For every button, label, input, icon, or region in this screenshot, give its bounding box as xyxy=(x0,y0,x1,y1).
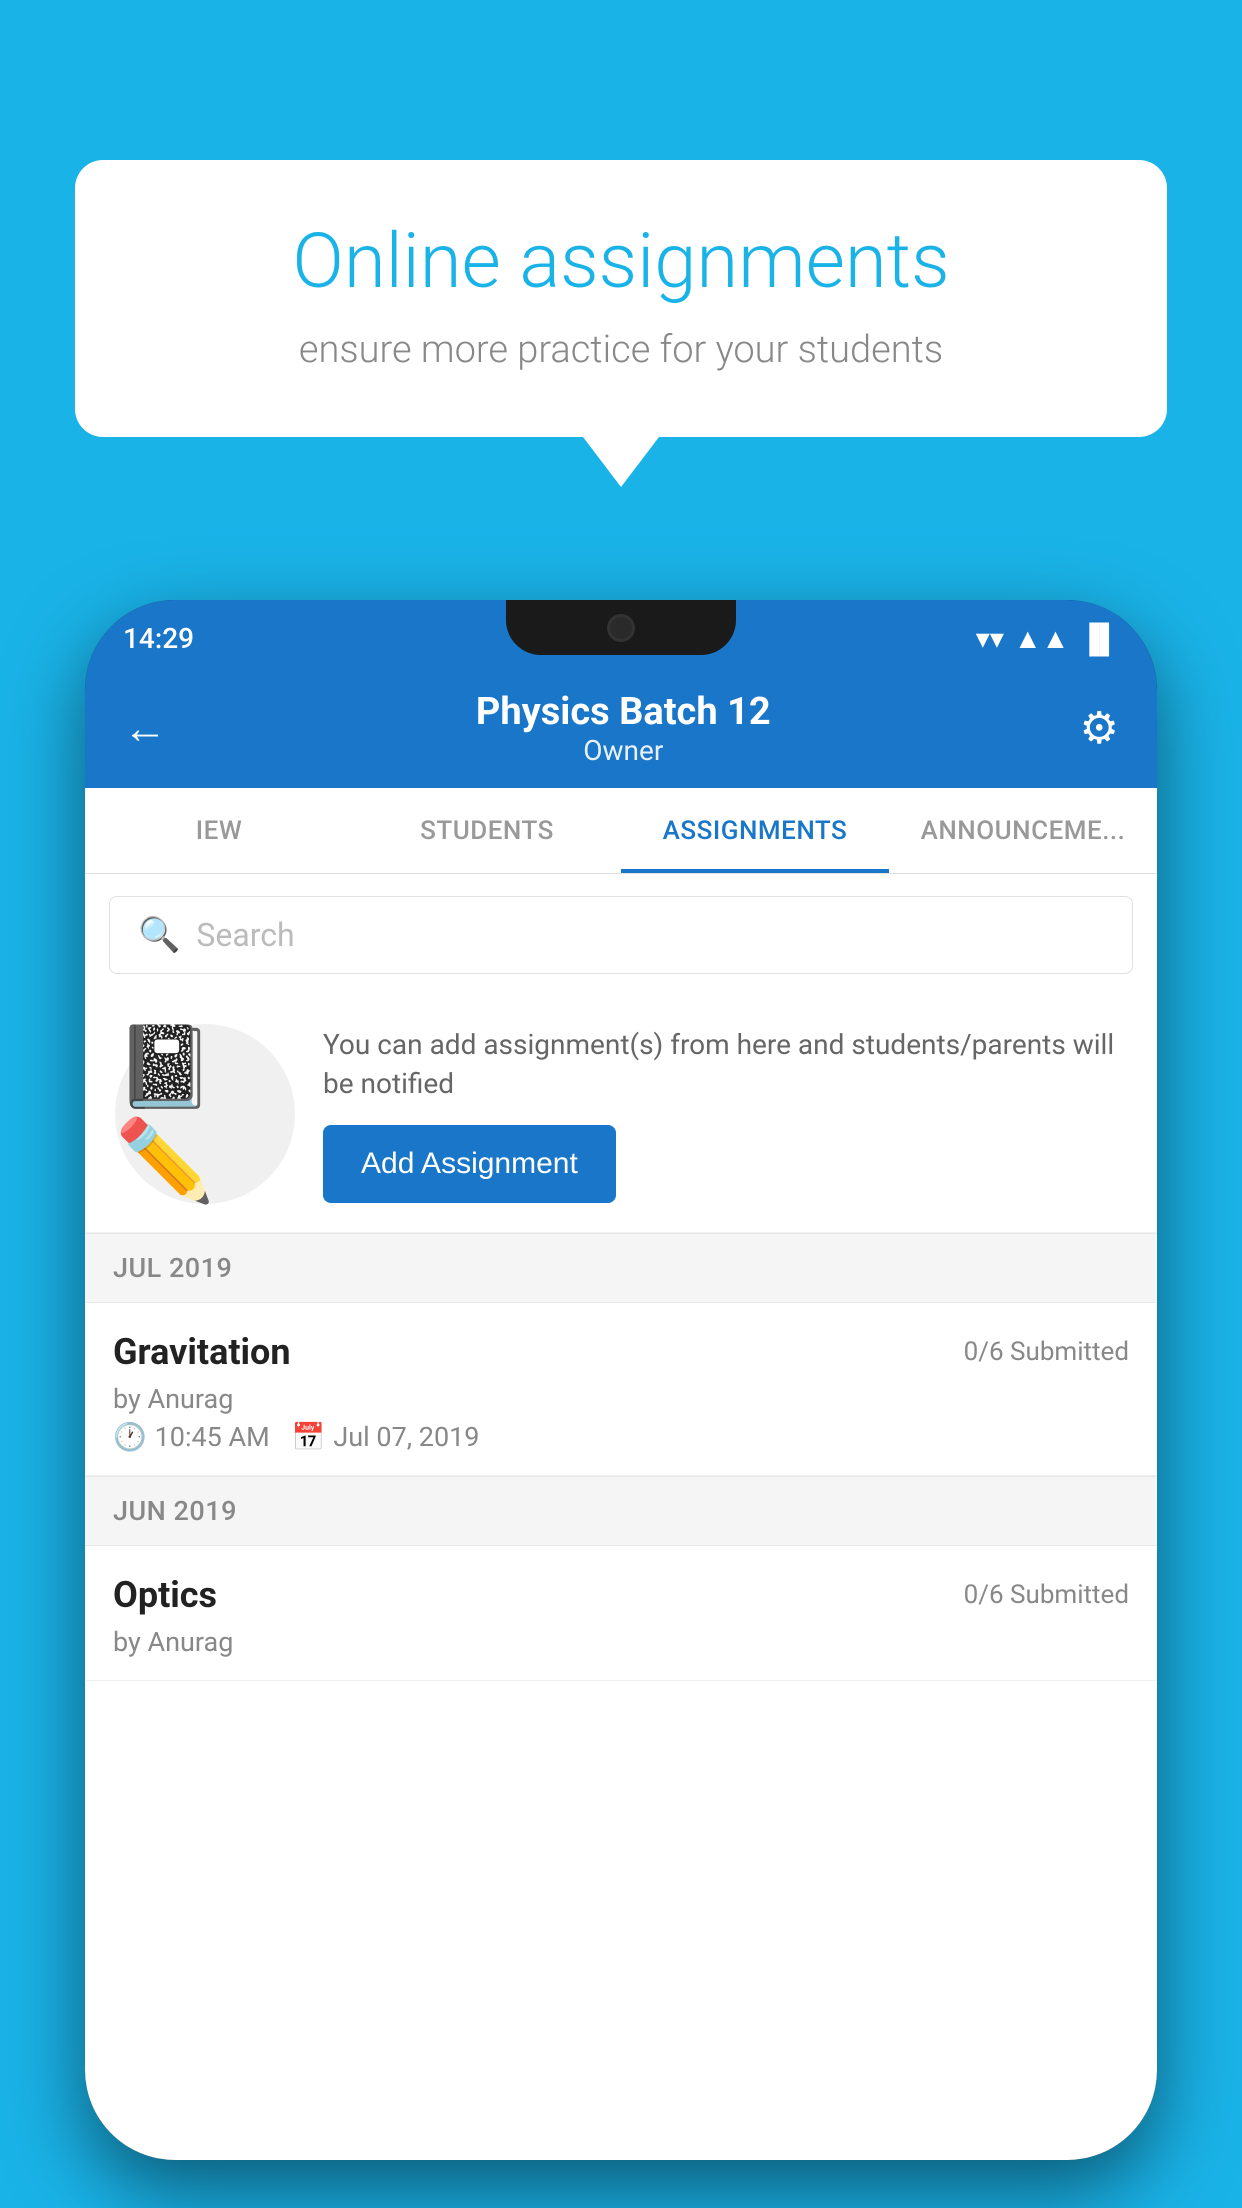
assignment-time-gravitation: 10:45 AM xyxy=(155,1421,270,1453)
assignment-by-optics: by Anurag xyxy=(113,1626,1129,1658)
battery-icon: ▐▌ xyxy=(1079,622,1119,655)
wifi-icon: ▾▾ xyxy=(976,622,1004,655)
phone-content: 🔍 Search 📓✏️ You can add assignment(s) f… xyxy=(85,874,1157,2160)
tab-students[interactable]: STUDENTS xyxy=(353,788,621,873)
header-center: Physics Batch 12 Owner xyxy=(476,690,771,767)
front-camera xyxy=(607,614,635,642)
batch-title: Physics Batch 12 xyxy=(476,690,771,734)
add-assignment-promo: 📓✏️ You can add assignment(s) from here … xyxy=(85,996,1157,1233)
speech-bubble-container: Online assignments ensure more practice … xyxy=(75,160,1167,487)
section-jun-2019: JUN 2019 xyxy=(85,1476,1157,1546)
speech-bubble: Online assignments ensure more practice … xyxy=(75,160,1167,437)
assignment-submitted-optics: 0/6 Submitted xyxy=(964,1580,1129,1610)
date-pair: 📅 Jul 07, 2019 xyxy=(292,1421,480,1453)
tabs-bar: IEW STUDENTS ASSIGNMENTS ANNOUNCEME... xyxy=(85,788,1157,874)
search-placeholder: Search xyxy=(196,916,294,954)
clock-icon: 🕐 xyxy=(113,1421,147,1453)
promo-description: You can add assignment(s) from here and … xyxy=(323,1025,1127,1103)
tab-assignments[interactable]: ASSIGNMENTS xyxy=(621,788,889,873)
settings-icon[interactable]: ⚙ xyxy=(1080,702,1119,754)
speech-bubble-subtitle: ensure more practice for your students xyxy=(145,328,1097,372)
assignment-gravitation[interactable]: Gravitation 0/6 Submitted by Anurag 🕐 10… xyxy=(85,1303,1157,1476)
phone-notch xyxy=(506,600,736,655)
section-jul-2019: JUL 2019 xyxy=(85,1233,1157,1303)
speech-bubble-title: Online assignments xyxy=(145,220,1097,304)
calendar-icon: 📅 xyxy=(292,1421,326,1453)
batch-role: Owner xyxy=(476,734,771,767)
notebook-icon: 📓✏️ xyxy=(115,1020,295,1208)
speech-bubble-pointer xyxy=(583,437,659,487)
assignment-meta-gravitation: by Anurag 🕐 10:45 AM 📅 Jul 07, 2019 xyxy=(113,1383,1129,1453)
signal-icon: ▲▲ xyxy=(1014,622,1069,655)
status-icons: ▾▾ ▲▲ ▐▌ xyxy=(976,622,1119,655)
assignment-meta-optics: by Anurag xyxy=(113,1626,1129,1658)
assignment-row-top: Gravitation 0/6 Submitted xyxy=(113,1331,1129,1373)
assignment-name-optics: Optics xyxy=(113,1574,217,1616)
phone-mockup: 14:29 ▾▾ ▲▲ ▐▌ ← Physics Batch 12 Owner … xyxy=(85,600,1157,2160)
tab-iew[interactable]: IEW xyxy=(85,788,353,873)
back-button[interactable]: ← xyxy=(123,702,167,754)
assignment-name-gravitation: Gravitation xyxy=(113,1331,291,1373)
assignment-optics[interactable]: Optics 0/6 Submitted by Anurag xyxy=(85,1546,1157,1681)
assignment-by-gravitation: by Anurag xyxy=(113,1383,1129,1415)
assignment-date-gravitation: Jul 07, 2019 xyxy=(333,1421,479,1453)
time-pair: 🕐 10:45 AM xyxy=(113,1421,270,1453)
app-header: ← Physics Batch 12 Owner ⚙ xyxy=(85,668,1157,788)
promo-icon-circle: 📓✏️ xyxy=(115,1024,295,1204)
status-time: 14:29 xyxy=(123,622,194,655)
assignment-submitted-gravitation: 0/6 Submitted xyxy=(964,1337,1129,1367)
assignment-datetime-gravitation: 🕐 10:45 AM 📅 Jul 07, 2019 xyxy=(113,1421,1129,1453)
search-icon: 🔍 xyxy=(138,915,180,955)
search-bar[interactable]: 🔍 Search xyxy=(109,896,1133,974)
assignment-row-top-optics: Optics 0/6 Submitted xyxy=(113,1574,1129,1616)
tab-announcements[interactable]: ANNOUNCEME... xyxy=(889,788,1157,873)
add-assignment-button[interactable]: Add Assignment xyxy=(323,1125,616,1203)
promo-text-area: You can add assignment(s) from here and … xyxy=(323,1025,1127,1203)
phone-body: 14:29 ▾▾ ▲▲ ▐▌ ← Physics Batch 12 Owner … xyxy=(85,600,1157,2160)
